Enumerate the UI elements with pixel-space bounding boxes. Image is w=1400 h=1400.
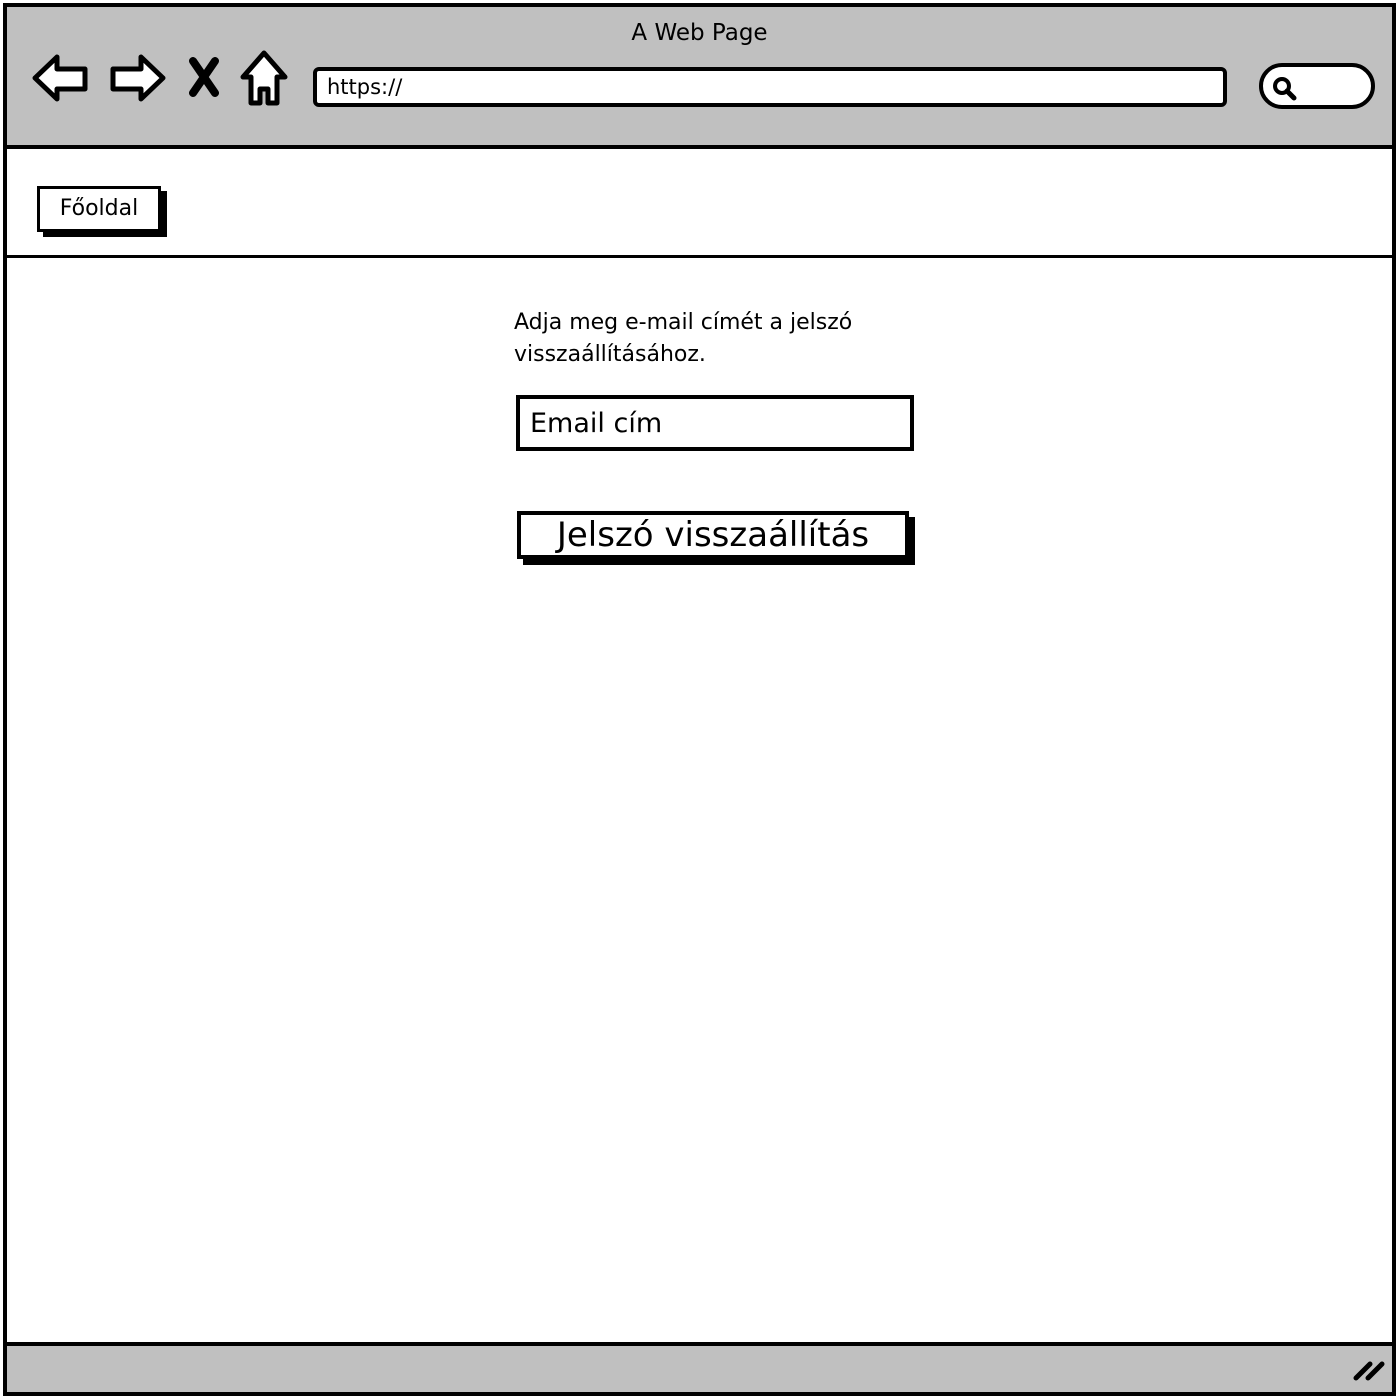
email-field[interactable] (516, 395, 914, 451)
url-bar[interactable]: https:// (313, 67, 1227, 107)
close-icon[interactable] (187, 57, 221, 97)
home-icon[interactable] (237, 49, 291, 107)
search-icon (1273, 77, 1297, 101)
site-navigation: Főoldal (7, 153, 1392, 258)
browser-search-box[interactable] (1259, 63, 1375, 109)
reset-password-button[interactable]: Jelszó visszaállítás (517, 511, 909, 559)
browser-toolbar: A Web Page https:// (7, 7, 1392, 149)
forward-arrow-icon[interactable] (107, 51, 167, 105)
back-arrow-icon[interactable] (31, 51, 91, 105)
window-title: A Web Page (631, 20, 768, 46)
page-content: Adja meg e-mail címét a jelszó visszaáll… (7, 261, 1392, 1347)
reset-instruction-text: Adja meg e-mail címét a jelszó visszaáll… (514, 310, 853, 367)
status-bar (7, 1342, 1392, 1392)
browser-window: A Web Page https:// Főoldal Adja meg e-m… (3, 3, 1396, 1396)
resize-handle-icon[interactable] (1352, 1354, 1386, 1386)
home-nav-button[interactable]: Főoldal (37, 186, 161, 232)
